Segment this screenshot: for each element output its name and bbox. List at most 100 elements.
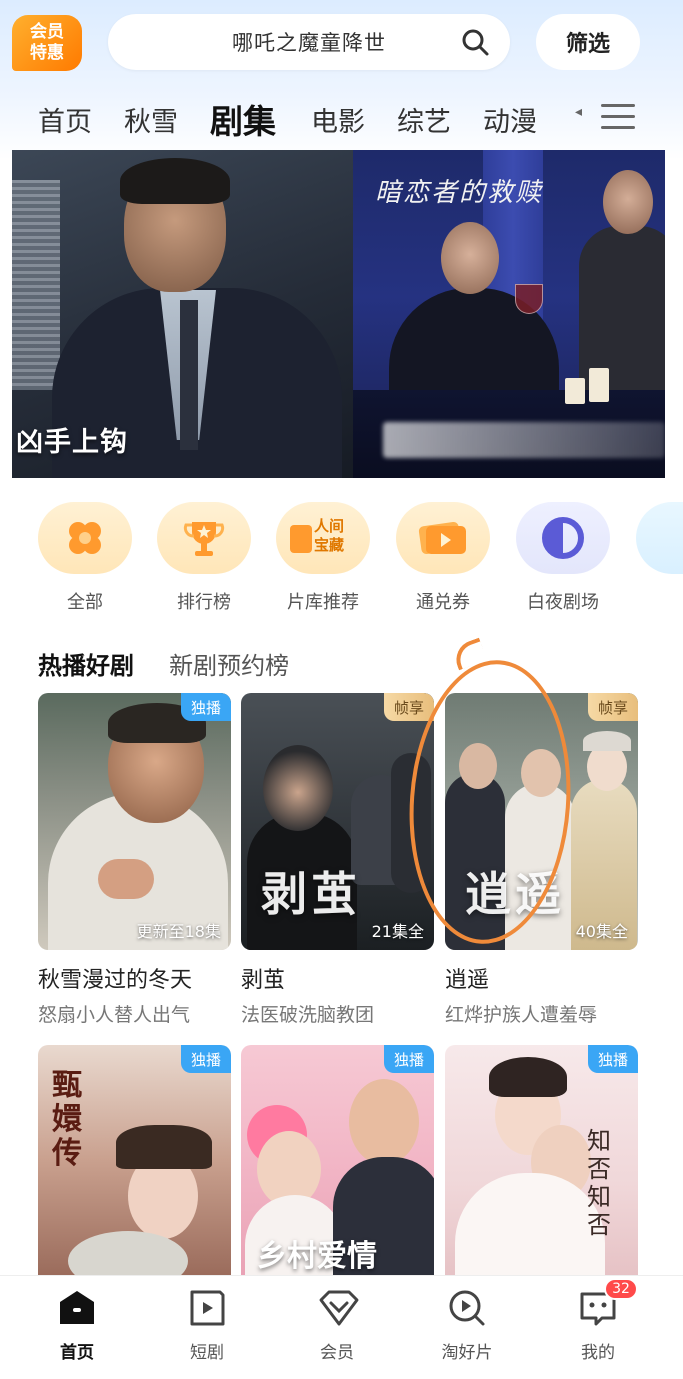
tab-hot-dramas[interactable]: 热播好剧 <box>38 646 134 681</box>
drama-subtitle: 红烨护族人遭羞辱 <box>445 1004 598 1026</box>
treasure-text-line1: 人间 <box>314 517 345 535</box>
banner-right-figure1-head <box>441 222 499 294</box>
vip-diamond-icon <box>317 1288 359 1328</box>
tab-new-reservations[interactable]: 新剧预约榜 <box>169 646 289 681</box>
banner-right-title: 暗恋者的救赎 <box>375 178 544 208</box>
banner-carousel[interactable]: 凶手上钩 暗恋者的救赎 <box>12 150 665 478</box>
wine-glass <box>515 284 543 314</box>
nav-short-drama[interactable]: 短剧 <box>157 1288 257 1363</box>
quick-entry-circle: 人间 宝藏 <box>276 502 370 574</box>
moon-icon <box>542 517 584 559</box>
poster-headdress <box>116 1125 212 1169</box>
banner-left-title: 凶手上钩 <box>16 427 128 458</box>
banner-slide-right[interactable]: 暗恋者的救赎 <box>353 150 665 478</box>
tab-qiuxue[interactable]: 秋雪 <box>124 100 178 139</box>
nav-vip-label: 会员 <box>320 1343 354 1363</box>
quick-entry-all[interactable]: 全部 <box>25 502 145 614</box>
nav-profile[interactable]: 32 我的 <box>548 1278 648 1363</box>
poster-title-art: 乡村爱情 <box>257 1239 377 1274</box>
quick-entry-label: 白夜剧场 <box>527 592 599 613</box>
poster-figure-head <box>263 745 333 831</box>
poster-title-art: 剥茧 <box>261 867 361 921</box>
treasure-text-line2: 宝藏 <box>314 536 345 554</box>
vip-badge-line2: 特惠 <box>30 43 64 63</box>
quick-entry-circle <box>38 502 132 574</box>
quick-entry-more[interactable] <box>624 502 683 574</box>
home-icon <box>57 1288 97 1328</box>
frame-enjoy-badge: 帧享 <box>587 693 638 721</box>
nav-home[interactable]: 首页 <box>27 1288 127 1363</box>
tab-movies[interactable]: 电影 <box>311 100 365 139</box>
nav-vip[interactable]: 会员 <box>287 1288 387 1363</box>
quick-entry-circle-partial <box>636 502 683 574</box>
tab-anime[interactable]: 动漫 <box>483 100 537 139</box>
poster-figure-3-crown <box>583 731 631 751</box>
quick-entry-ranking[interactable]: 排行榜 <box>144 502 264 614</box>
banner-right-figure2-head <box>603 170 653 234</box>
quick-entry-label: 排行榜 <box>177 592 231 613</box>
quick-entry-circle <box>157 502 251 574</box>
profile-face-icon: 32 <box>578 1278 638 1328</box>
quick-entry-circle <box>396 502 490 574</box>
filter-button[interactable]: 筛选 <box>536 14 640 70</box>
nav-discover[interactable]: 淘好片 <box>417 1288 517 1363</box>
exclusive-badge: 独播 <box>180 1045 231 1073</box>
candle <box>565 378 585 404</box>
ticket-icon <box>418 521 466 555</box>
poster-title-art: 知否知否 <box>587 1127 611 1239</box>
drama-card[interactable]: 独播 更新至18集 秋雪漫过的冬天 怒扇小人替人出气 <box>38 693 231 1027</box>
drama-card[interactable]: 乡村爱情 独播 <box>241 1045 434 1277</box>
banner-right-blurred-caption <box>383 422 665 458</box>
drama-card[interactable]: 甄嬛传 独播 <box>38 1045 231 1277</box>
exclusive-badge: 独播 <box>180 693 231 721</box>
flower-icon <box>69 522 101 554</box>
banner-figure-hair <box>120 158 230 204</box>
drama-subtitle: 怒扇小人替人出气 <box>38 1004 191 1026</box>
search-suggestion-text: 哪吒之魔童降世 <box>232 31 386 55</box>
tab-home[interactable]: 首页 <box>38 100 92 139</box>
poster-title-art: 甄嬛传 <box>52 1068 82 1171</box>
section-tabs: 热播好剧 新剧预约榜 <box>38 646 319 682</box>
search-bar[interactable]: 哪吒之魔童降世 <box>108 14 510 70</box>
bottom-navigation: 首页 短剧 会员 淘好片 32 我的 <box>0 1275 683 1379</box>
drama-poster[interactable]: 乡村爱情 独播 <box>241 1045 434 1277</box>
drama-poster[interactable]: 剥茧 帧享 21集全 <box>241 693 434 950</box>
episode-count: 21集全 <box>371 922 424 941</box>
search-icon[interactable] <box>460 27 490 57</box>
trophy-icon <box>183 522 225 556</box>
quick-entry-label: 片库推荐 <box>287 592 359 613</box>
treasure-icon: 人间 宝藏 <box>290 515 356 561</box>
quick-entry-row: 全部 排行榜 人间 宝藏 片库推荐 通兑券 白夜剧场 <box>0 502 683 622</box>
menu-icon[interactable] <box>601 104 635 132</box>
drama-poster[interactable]: 甄嬛传 独播 <box>38 1045 231 1277</box>
nav-short-drama-label: 短剧 <box>190 1343 224 1363</box>
drama-card[interactable]: 知否知否 独播 <box>445 1045 638 1277</box>
scroll-left-arrow-icon: ◂ <box>575 104 583 120</box>
drama-title: 逍遥 <box>445 968 490 993</box>
exclusive-badge: 独播 <box>383 1045 434 1073</box>
candle <box>589 368 609 402</box>
frame-enjoy-badge: 帧享 <box>383 693 434 721</box>
drama-poster[interactable]: 知否知否 独播 <box>445 1045 638 1277</box>
poster-figure-body <box>455 1173 605 1277</box>
quick-entry-white-night-theater[interactable]: 白夜剧场 <box>503 502 623 614</box>
search-play-icon <box>447 1288 487 1328</box>
banner-slide-left[interactable]: 凶手上钩 <box>12 150 353 478</box>
drama-card[interactable]: 剥茧 帧享 21集全 剥茧 法医破洗脑教团 <box>241 693 434 1027</box>
vip-promo-badge[interactable]: 会员 特惠 <box>12 15 82 71</box>
quick-entry-label: 全部 <box>67 592 103 613</box>
drama-title: 秋雪漫过的冬天 <box>38 968 193 993</box>
tab-series[interactable]: 剧集 <box>210 95 276 143</box>
quick-entry-library[interactable]: 人间 宝藏 片库推荐 <box>263 502 383 614</box>
play-icon <box>187 1288 227 1328</box>
notification-badge: 32 <box>604 1278 638 1300</box>
quick-entry-voucher[interactable]: 通兑券 <box>383 502 503 614</box>
quick-entry-circle <box>516 502 610 574</box>
poster-figure-hand <box>98 859 154 899</box>
drama-poster[interactable]: 独播 更新至18集 <box>38 693 231 950</box>
tab-variety[interactable]: 综艺 <box>397 100 451 139</box>
drama-subtitle: 法医破洗脑教团 <box>241 1004 375 1026</box>
exclusive-badge: 独播 <box>587 1045 638 1073</box>
nav-home-label: 首页 <box>60 1343 94 1363</box>
episode-count: 40集全 <box>575 922 628 941</box>
